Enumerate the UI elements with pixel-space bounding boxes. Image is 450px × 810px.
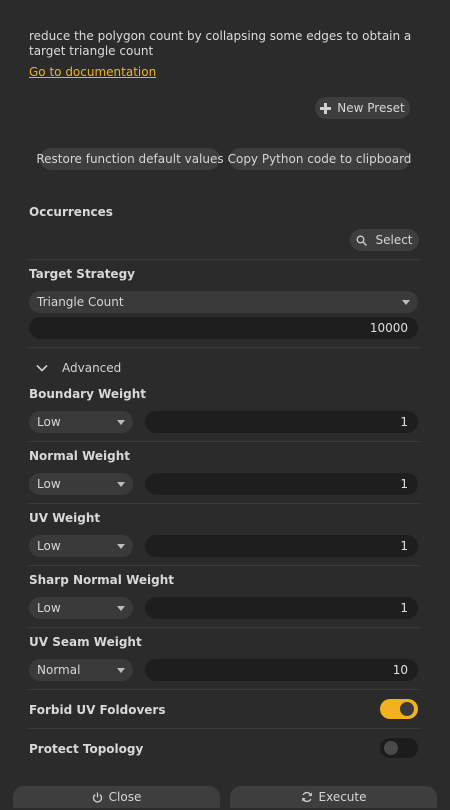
uv-weight-title: UV Weight [29, 511, 101, 525]
close-label: Close [108, 790, 142, 804]
target-triangle-count-field[interactable]: 10000 [29, 317, 418, 339]
boundary-weight-level: Low [37, 415, 61, 429]
separator [29, 565, 419, 566]
separator [29, 347, 419, 348]
uv-seam-weight-title: UV Seam Weight [29, 635, 142, 649]
plus-icon [320, 102, 332, 114]
separator [29, 728, 419, 729]
boundary-weight-field[interactable]: 1 [145, 411, 418, 433]
forbid-uv-foldovers-title: Forbid UV Foldovers [29, 703, 166, 717]
uv-weight-level: Low [37, 539, 61, 553]
documentation-link[interactable]: Go to documentation [29, 65, 156, 79]
uv-seam-weight-level: Normal [37, 663, 81, 677]
toggle-knob [400, 702, 414, 716]
uv-weight-dropdown[interactable]: Low [29, 535, 133, 557]
new-preset-label: New Preset [337, 101, 405, 115]
execute-label: Execute [318, 790, 367, 804]
search-icon [356, 235, 368, 246]
sharp-normal-weight-title: Sharp Normal Weight [29, 573, 174, 587]
protect-topology-toggle[interactable] [380, 738, 418, 758]
boundary-weight-dropdown[interactable]: Low [29, 411, 133, 433]
power-icon [92, 792, 103, 803]
select-label: Select [375, 233, 413, 247]
uv-seam-weight-field[interactable]: 10 [145, 659, 418, 681]
normal-weight-field[interactable]: 1 [145, 473, 418, 495]
sharp-normal-weight-level: Low [37, 601, 61, 615]
forbid-uv-foldovers-toggle[interactable] [380, 699, 418, 719]
target-strategy-value: Triangle Count [37, 295, 124, 309]
separator [29, 627, 419, 628]
separator [29, 689, 419, 690]
boundary-weight-title: Boundary Weight [29, 387, 147, 401]
copy-python-button[interactable]: Copy Python code to clipboard [228, 148, 411, 170]
execute-button[interactable]: Execute [230, 786, 437, 808]
chevron-down-icon [117, 482, 125, 487]
chevron-down-icon [117, 668, 125, 673]
uv-weight-field[interactable]: 1 [145, 535, 418, 557]
select-button[interactable]: Select [350, 229, 419, 251]
separator [29, 441, 419, 442]
chevron-down-icon [402, 300, 410, 305]
separator [29, 503, 419, 504]
toggle-knob [384, 741, 398, 755]
close-button[interactable]: Close [13, 786, 220, 808]
chevron-down-icon [117, 606, 125, 611]
advanced-label: Advanced [62, 361, 122, 375]
chevron-down-icon [117, 420, 125, 425]
chevron-down-icon [36, 364, 48, 372]
target-strategy-title: Target Strategy [29, 267, 135, 281]
normal-weight-level: Low [37, 477, 61, 491]
function-description: reduce the polygon count by collapsing s… [29, 29, 412, 58]
sharp-normal-weight-dropdown[interactable]: Low [29, 597, 133, 619]
target-strategy-dropdown[interactable]: Triangle Count [29, 291, 418, 313]
normal-weight-dropdown[interactable]: Low [29, 473, 133, 495]
separator [29, 259, 419, 260]
uv-seam-weight-dropdown[interactable]: Normal [29, 659, 133, 681]
advanced-expander[interactable]: Advanced [36, 361, 121, 375]
occurrences-title: Occurrences [29, 205, 113, 219]
protect-topology-title: Protect Topology [29, 742, 144, 756]
sharp-normal-weight-field[interactable]: 1 [145, 597, 418, 619]
refresh-icon [301, 791, 313, 803]
chevron-down-icon [117, 544, 125, 549]
normal-weight-title: Normal Weight [29, 449, 131, 463]
new-preset-button[interactable]: New Preset [315, 97, 410, 119]
restore-defaults-button[interactable]: Restore function default values [36, 148, 224, 170]
